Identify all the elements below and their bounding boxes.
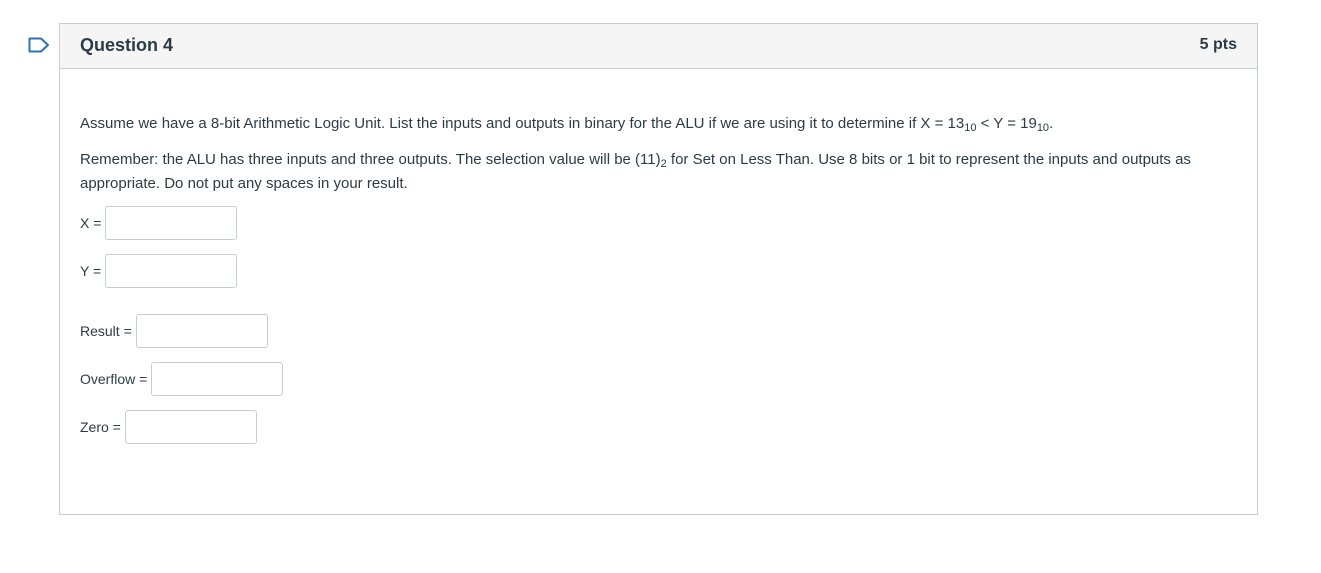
overflow-input[interactable] xyxy=(151,362,284,396)
question-card: Question 4 5 pts Assume we have a 8-bit … xyxy=(59,23,1258,515)
question-title: Question 4 xyxy=(80,35,174,55)
overflow-label: Overflow = xyxy=(80,371,148,387)
y-input[interactable] xyxy=(105,254,238,288)
x-field-row: X = xyxy=(80,206,238,240)
question-text: Assume we have a 8-bit Arithmetic Logic … xyxy=(80,112,1240,208)
question-points: 5 pts xyxy=(1199,36,1237,53)
flag-question-icon[interactable] xyxy=(28,37,50,53)
y-label: Y = xyxy=(80,263,102,279)
question-header: Question 4 5 pts xyxy=(60,24,1257,69)
zero-input[interactable] xyxy=(124,410,257,444)
y-field-row: Y = xyxy=(80,254,238,288)
result-label: Result = xyxy=(80,323,132,339)
overflow-field-row: Overflow = xyxy=(80,362,284,396)
zero-label: Zero = xyxy=(80,419,121,435)
zero-field-row: Zero = xyxy=(80,410,257,444)
question-instructions: Remember: the ALU has three inputs and t… xyxy=(80,151,1191,192)
x-input[interactable] xyxy=(105,206,238,240)
result-input[interactable] xyxy=(135,314,268,348)
question-prompt: Assume we have a 8-bit Arithmetic Logic … xyxy=(80,115,1054,134)
x-label: X = xyxy=(80,215,102,231)
result-field-row: Result = xyxy=(80,314,268,348)
